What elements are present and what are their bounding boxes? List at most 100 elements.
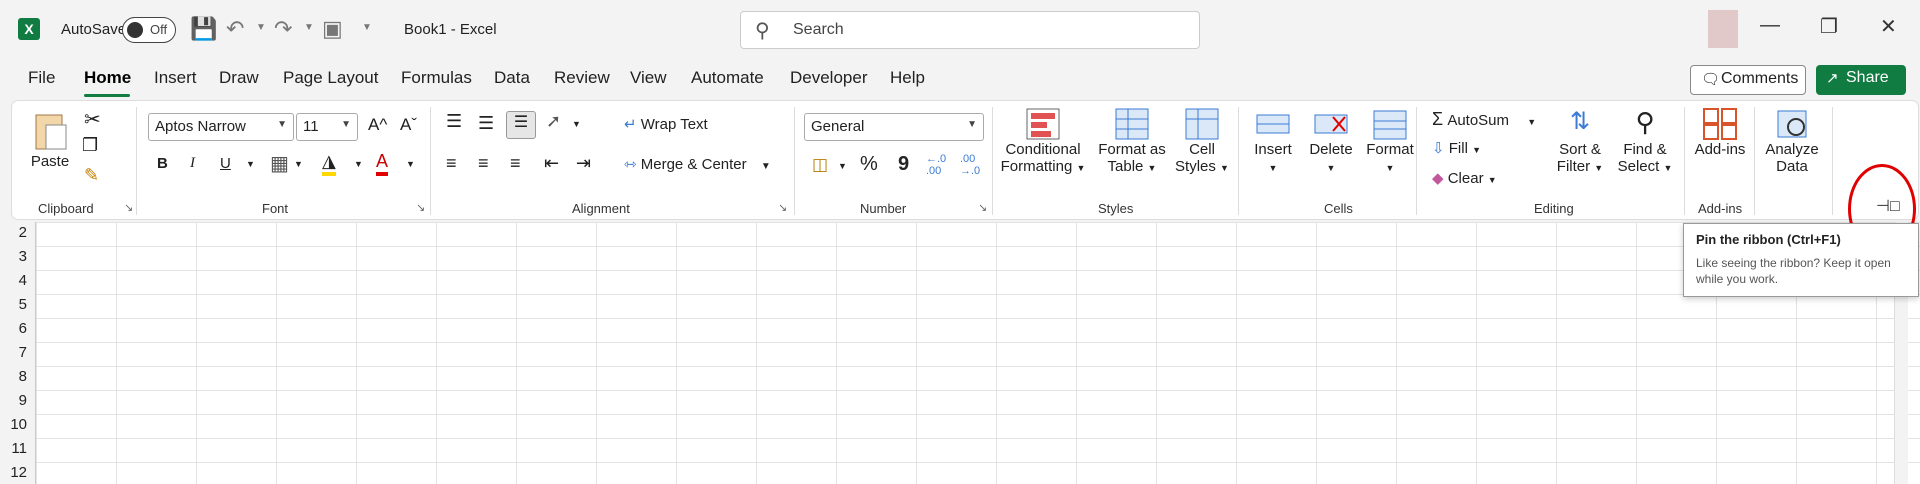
fill-button[interactable]: ⇩ Fill ▼: [1432, 139, 1481, 157]
tab-developer[interactable]: Developer: [790, 68, 868, 88]
row-header[interactable]: 6: [19, 320, 27, 337]
tab-review[interactable]: Review: [554, 68, 610, 88]
tab-help[interactable]: Help: [890, 68, 925, 88]
borders-dropdown-icon[interactable]: ▼: [294, 159, 303, 169]
alignment-launcher-icon[interactable]: ↘: [778, 201, 787, 214]
wrap-text-button[interactable]: ↵ Wrap Text: [624, 115, 708, 133]
customize-toolbar-icon[interactable]: ▼: [362, 22, 372, 33]
undo-dropdown-icon[interactable]: ▼: [256, 22, 266, 33]
increase-decimal-button[interactable]: ←.0 .00: [926, 153, 946, 177]
align-center-icon[interactable]: ≡: [478, 153, 489, 174]
row-header[interactable]: 12: [10, 464, 27, 481]
shrink-font-button[interactable]: Aˇ: [400, 115, 417, 135]
row-header[interactable]: 3: [19, 248, 27, 265]
row-header[interactable]: 8: [19, 368, 27, 385]
conditional-formatting-button[interactable]: Conditional Formatting ▼: [1000, 107, 1086, 175]
underline-button[interactable]: U: [220, 155, 231, 172]
font-name-select[interactable]: Aptos Narrow ▼: [148, 113, 294, 141]
row-header[interactable]: 11: [11, 440, 27, 457]
row-header[interactable]: 4: [19, 272, 27, 289]
redo-dropdown-icon[interactable]: ▼: [304, 22, 314, 33]
align-middle-icon[interactable]: ☰: [478, 113, 494, 134]
comments-button[interactable]: 🗨 Comments: [1690, 65, 1806, 95]
format-painter-icon[interactable]: ✎: [84, 165, 99, 186]
worksheet-grid[interactable]: [0, 222, 1920, 484]
tab-page-layout[interactable]: Page Layout: [283, 68, 378, 88]
align-bottom-icon[interactable]: ☰: [506, 111, 536, 139]
bold-button[interactable]: B: [157, 155, 168, 172]
font-size-select[interactable]: 11 ▼: [296, 113, 358, 141]
minimize-icon[interactable]: —: [1760, 14, 1780, 37]
camera-icon[interactable]: ▣: [322, 16, 343, 42]
number-format-select[interactable]: General ▼: [804, 113, 984, 141]
document-title: Book1 - Excel: [404, 21, 497, 38]
analyze-data-button[interactable]: Analyze Data: [1760, 107, 1824, 175]
align-top-icon[interactable]: ☰: [446, 111, 462, 132]
font-color-button[interactable]: A: [376, 151, 389, 176]
accounting-dropdown-icon[interactable]: ▼: [838, 161, 847, 171]
redo-icon[interactable]: ↷: [274, 16, 292, 42]
tab-data[interactable]: Data: [494, 68, 530, 88]
orientation-dropdown-icon[interactable]: ▼: [572, 119, 581, 129]
fill-color-icon[interactable]: ◮: [322, 151, 336, 176]
avatar[interactable]: [1708, 10, 1738, 48]
paste-button[interactable]: Paste: [28, 109, 72, 170]
delete-cells-button[interactable]: Delete ▼: [1304, 107, 1358, 175]
undo-icon[interactable]: ↶: [226, 16, 244, 42]
restore-icon[interactable]: ❐: [1820, 14, 1838, 39]
clipboard-launcher-icon[interactable]: ↘: [124, 201, 133, 214]
cut-icon[interactable]: ✂: [84, 107, 101, 132]
clear-button[interactable]: ◆ Clear ▼: [1432, 169, 1497, 187]
grow-font-button[interactable]: A^: [368, 115, 387, 135]
comma-style-button[interactable]: 9: [898, 153, 909, 176]
decrease-indent-icon[interactable]: ⇤: [544, 153, 559, 174]
autosave-toggle[interactable]: Off: [122, 17, 176, 43]
number-launcher-icon[interactable]: ↘: [978, 201, 987, 214]
font-color-dropdown-icon[interactable]: ▼: [406, 159, 415, 169]
tab-formulas[interactable]: Formulas: [401, 68, 472, 88]
tab-insert[interactable]: Insert: [154, 68, 197, 88]
borders-icon[interactable]: ▦: [270, 151, 289, 176]
tab-draw[interactable]: Draw: [219, 68, 259, 88]
group-divider: [1684, 107, 1685, 215]
row-header[interactable]: 10: [10, 416, 27, 433]
percent-button[interactable]: %: [860, 153, 878, 176]
merge-center-button[interactable]: ⇿ Merge & Center ▼: [624, 155, 771, 173]
format-cells-button[interactable]: Format ▼: [1362, 107, 1418, 175]
tab-home[interactable]: Home: [84, 68, 131, 88]
row-header[interactable]: 7: [19, 344, 27, 361]
underline-dropdown-icon[interactable]: ▼: [246, 159, 255, 169]
close-icon[interactable]: ✕: [1880, 14, 1897, 39]
chevron-down-icon: ▼: [967, 119, 977, 130]
decrease-decimal-button[interactable]: .00 →.0: [960, 153, 980, 177]
autosum-button[interactable]: Σ AutoSum ▼: [1432, 109, 1536, 130]
autosum-label: AutoSum: [1447, 112, 1510, 129]
save-icon[interactable]: 💾: [190, 16, 217, 42]
tab-file[interactable]: File: [28, 68, 55, 88]
orientation-icon[interactable]: ➚: [546, 111, 561, 132]
find-label-2: Select: [1617, 158, 1660, 175]
tab-view[interactable]: View: [630, 68, 667, 88]
row-header[interactable]: 5: [19, 296, 27, 313]
align-right-icon[interactable]: ≡: [510, 153, 521, 174]
cell-styles-button[interactable]: Cell Styles ▼: [1174, 107, 1230, 175]
addins-button[interactable]: Add-ins: [1692, 107, 1748, 158]
font-launcher-icon[interactable]: ↘: [416, 201, 425, 214]
tab-automate[interactable]: Automate: [691, 68, 764, 88]
align-left-icon[interactable]: ≡: [446, 153, 457, 174]
accounting-format-icon[interactable]: ◫: [812, 155, 828, 175]
italic-button[interactable]: I: [190, 155, 195, 172]
share-button[interactable]: ↗ Share: [1816, 65, 1906, 95]
increase-indent-icon[interactable]: ⇥: [576, 153, 591, 174]
sort-filter-button[interactable]: ⇅ Sort & Filter ▼: [1552, 107, 1608, 175]
row-header[interactable]: 2: [19, 224, 27, 241]
find-select-button[interactable]: ⚲ Find & Select ▼: [1614, 107, 1676, 175]
format-as-table-button[interactable]: Format as Table ▼: [1096, 107, 1168, 175]
row-header[interactable]: 9: [19, 392, 27, 409]
excel-logo-icon: X: [18, 18, 40, 40]
insert-cells-button[interactable]: Insert ▼: [1248, 107, 1298, 175]
search-box[interactable]: ⚲ Search: [740, 11, 1200, 49]
fill-color-dropdown-icon[interactable]: ▼: [354, 159, 363, 169]
copy-icon[interactable]: ❐: [82, 135, 98, 156]
ribbon-tabs: File Home Insert Draw Page Layout Formul…: [0, 58, 1920, 98]
